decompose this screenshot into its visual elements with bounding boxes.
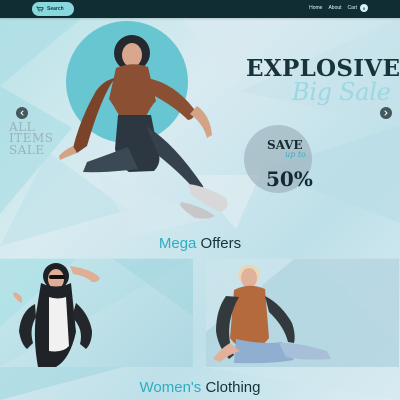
hero-title: EXPLOSIVE	[246, 55, 400, 82]
mega-offers-heading: Mega Offers	[0, 236, 400, 251]
mega-offers-cards	[0, 258, 400, 367]
offer-card-men[interactable]	[206, 258, 399, 367]
offer-card-women[interactable]	[0, 258, 193, 367]
cart-icon	[36, 6, 44, 12]
womens-clothing-rest: Clothing	[201, 379, 261, 396]
mega-offers-accent: Mega	[158, 235, 197, 252]
all-items-sale-text: ALL ITEMS SALE	[9, 120, 54, 157]
save-value: 50%	[266, 167, 313, 191]
hero-accent-circle	[66, 21, 188, 143]
cart-count-badge: 0	[360, 4, 368, 12]
womens-clothing-heading: Women's Clothing	[0, 380, 400, 395]
search-button[interactable]: Search	[32, 2, 74, 16]
nav-cart-link[interactable]: Cart 0	[348, 4, 368, 12]
man-model-illustration	[206, 259, 399, 364]
womens-clothing-accent: Women's	[139, 379, 202, 396]
arrow-right-icon	[383, 110, 389, 116]
nav-cart-label: Cart	[347, 5, 357, 11]
previous-slide-button[interactable]	[16, 107, 28, 119]
hero-subtitle: Big Sale	[292, 78, 391, 106]
arrow-left-icon	[19, 110, 25, 116]
main-navigation: Home About Cart 0	[309, 4, 368, 12]
search-label: Search	[47, 6, 64, 12]
nav-about-link[interactable]: About	[328, 5, 341, 11]
save-upto-label: up to	[285, 150, 306, 159]
page-root: Search Home About Cart 0 ALL ITEMS SALE	[0, 0, 400, 400]
top-navigation-bar: Search Home About Cart 0	[0, 0, 400, 18]
mega-offers-rest: Offers	[196, 235, 242, 252]
nav-home-link[interactable]: Home	[309, 5, 322, 11]
hero-banner: ALL ITEMS SALE EXPLOSIVE Big Sale SAVE u…	[0, 18, 400, 228]
next-slide-button[interactable]	[380, 107, 392, 119]
woman-model-illustration	[0, 259, 193, 367]
